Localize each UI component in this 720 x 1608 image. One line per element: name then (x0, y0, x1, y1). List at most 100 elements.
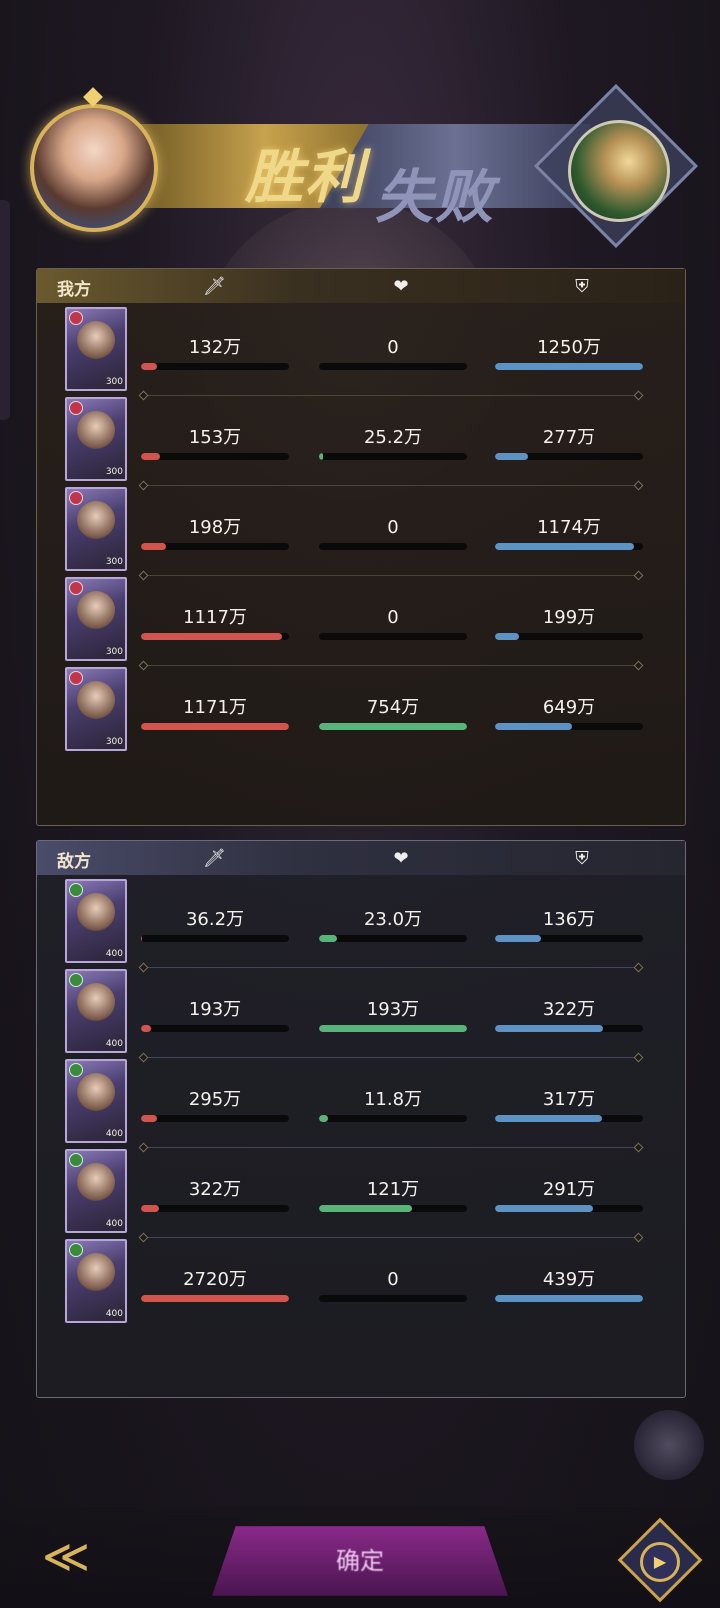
hero-row: 400 2720万 0 439万 (37, 1235, 685, 1327)
tank-bar-fill (495, 1205, 593, 1212)
my-leader-portrait (30, 104, 158, 232)
tank-value: 1250万 (537, 337, 601, 358)
tank-bar (495, 723, 643, 730)
damage-bar-fill (141, 543, 167, 550)
heal-bar-fill (319, 1025, 467, 1032)
hero-level: 400 (105, 1039, 123, 1049)
hero-card[interactable]: 300 (65, 397, 127, 481)
heal-cell: 0 (319, 1269, 467, 1302)
damage-cell: 198万 (141, 517, 289, 550)
heal-bar (319, 935, 467, 942)
damage-value: 36.2万 (185, 909, 245, 930)
tank-value: 1174万 (537, 517, 601, 538)
hero-level: 300 (105, 557, 123, 567)
hero-card[interactable]: 400 (65, 1059, 127, 1143)
hero-portrait (77, 893, 115, 931)
tank-bar-fill (495, 1295, 643, 1302)
enemy-team-header: 敌方 🗡 ❤ ⛨ (37, 841, 685, 875)
damage-bar (141, 1025, 289, 1032)
damage-bar (141, 543, 289, 550)
win-label: 胜利 (245, 143, 366, 211)
heal-bar (319, 723, 467, 730)
tank-bar-fill (495, 723, 572, 730)
element-badge-icon (69, 1153, 83, 1167)
tank-cell: 291万 (495, 1179, 643, 1212)
heal-cell: 0 (319, 517, 467, 550)
confirm-button[interactable]: 确定 (212, 1526, 508, 1596)
damage-bar-fill (141, 723, 289, 730)
damage-bar (141, 633, 289, 640)
hero-row: 300 132万 0 1250万 (37, 303, 685, 396)
hero-card[interactable]: 300 (65, 307, 127, 391)
damage-bar-fill (141, 453, 161, 460)
hero-card[interactable]: 300 (65, 487, 127, 571)
tank-cell: 277万 (495, 427, 643, 460)
hero-card[interactable]: 400 (65, 1239, 127, 1323)
heal-bar (319, 633, 467, 640)
heal-bar (319, 1115, 467, 1122)
damage-bar-fill (141, 935, 143, 942)
heal-bar (319, 453, 467, 460)
damage-value: 2720万 (183, 1269, 247, 1290)
damage-value: 193万 (188, 999, 242, 1020)
hero-level: 400 (105, 1309, 123, 1319)
tank-bar (495, 363, 643, 370)
hero-card[interactable]: 300 (65, 577, 127, 661)
tank-value: 649万 (542, 697, 596, 718)
tank-bar-fill (495, 453, 528, 460)
hero-card[interactable]: 400 (65, 879, 127, 963)
tank-value: 136万 (542, 909, 596, 930)
heal-bar (319, 1295, 467, 1302)
hero-card[interactable]: 400 (65, 1149, 127, 1233)
heal-value: 121万 (366, 1179, 420, 1200)
heal-value: 23.0万 (363, 909, 423, 930)
heal-cell: 193万 (319, 999, 467, 1032)
damage-value: 198万 (188, 517, 242, 538)
damage-value: 132万 (188, 337, 242, 358)
hero-portrait (77, 983, 115, 1021)
hero-row: 300 1171万 754万 649万 (37, 663, 685, 755)
element-badge-icon (69, 883, 83, 897)
hero-level: 300 (105, 377, 123, 387)
element-badge-icon (69, 311, 83, 325)
damage-value: 153万 (188, 427, 242, 448)
hero-card[interactable]: 400 (65, 969, 127, 1053)
tank-value: 277万 (542, 427, 596, 448)
sword-icon: 🗡 (203, 276, 226, 297)
element-badge-icon (69, 581, 83, 595)
hero-row: 400 322万 121万 291万 (37, 1145, 685, 1238)
damage-bar-fill (141, 1295, 289, 1302)
element-badge-icon (69, 401, 83, 415)
tank-cell: 199万 (495, 607, 643, 640)
hero-portrait (77, 411, 115, 449)
replay-icon: ▶ (640, 1542, 680, 1582)
hero-card[interactable]: 300 (65, 667, 127, 751)
damage-bar (141, 1295, 289, 1302)
hero-level: 400 (105, 949, 123, 959)
damage-bar-fill (141, 1025, 152, 1032)
damage-bar (141, 453, 289, 460)
hero-level: 400 (105, 1219, 123, 1229)
damage-value: 322万 (188, 1179, 242, 1200)
heal-bar (319, 543, 467, 550)
bottom-bar: ≪ 确定 ▶ (0, 1506, 720, 1608)
hero-portrait (77, 681, 115, 719)
hero-level: 300 (105, 647, 123, 657)
shield-icon: ⛨ (575, 848, 589, 869)
hero-level: 300 (105, 737, 123, 747)
lose-label: 失败 (375, 163, 496, 231)
back-button[interactable]: ≪ (28, 1526, 104, 1586)
element-badge-icon (69, 973, 83, 987)
tank-cell: 317万 (495, 1089, 643, 1122)
damage-bar (141, 363, 289, 370)
tank-bar (495, 453, 643, 460)
tank-cell: 1250万 (495, 337, 643, 370)
tank-bar-fill (495, 363, 643, 370)
tank-cell: 649万 (495, 697, 643, 730)
enemy-team-label: 敌方 (57, 852, 91, 872)
side-orb-icon[interactable] (634, 1410, 704, 1480)
damage-cell: 1171万 (141, 697, 289, 730)
damage-cell: 1117万 (141, 607, 289, 640)
tank-value: 322万 (542, 999, 596, 1020)
hero-row: 400 36.2万 23.0万 136万 (37, 875, 685, 968)
